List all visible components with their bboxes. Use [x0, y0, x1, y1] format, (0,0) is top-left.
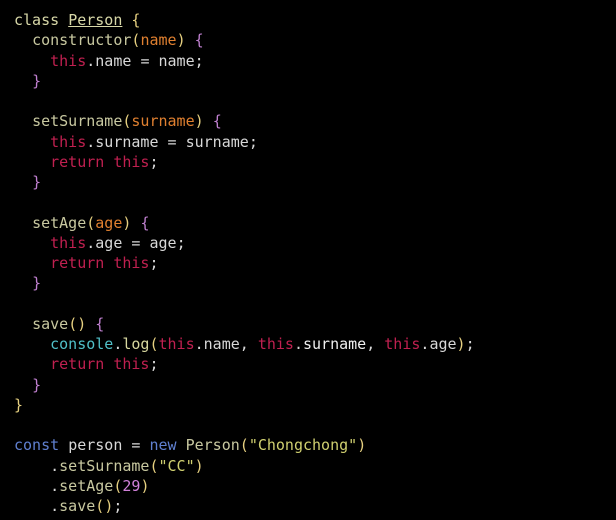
paren-open: ( — [95, 497, 104, 515]
value-name: name — [159, 52, 195, 70]
semicolon: ; — [149, 254, 158, 272]
dot: . — [86, 234, 95, 252]
paren-close: ) — [77, 315, 86, 333]
paren-close: ) — [104, 497, 113, 515]
brace-close: } — [32, 72, 41, 90]
this-keyword: this — [113, 254, 149, 272]
property-age: age — [95, 234, 122, 252]
paren-close: ) — [140, 477, 149, 495]
paren-open: ( — [149, 457, 158, 475]
dot: . — [50, 457, 59, 475]
class-person: Person — [186, 436, 240, 454]
const-keyword: const — [14, 436, 59, 454]
dot: . — [86, 52, 95, 70]
number-29: 29 — [122, 477, 140, 495]
this-keyword: this — [50, 133, 86, 151]
brace-close: } — [32, 173, 41, 191]
brace-close: } — [32, 376, 41, 394]
brace-open: { — [213, 112, 222, 130]
param-name: name — [140, 31, 176, 49]
paren-close: ) — [457, 335, 466, 353]
property-name: name — [95, 52, 131, 70]
semicolon: ; — [195, 52, 204, 70]
string-cc: "CC" — [159, 457, 195, 475]
method-save: save — [32, 315, 68, 333]
value-age: age — [149, 234, 176, 252]
brace-open: { — [195, 31, 204, 49]
keyword-class: class — [14, 11, 59, 29]
paren-close: ) — [357, 436, 366, 454]
dot: . — [86, 133, 95, 151]
var-person: person — [68, 436, 122, 454]
param-age: age — [95, 214, 122, 232]
brace-close: } — [32, 274, 41, 292]
new-keyword: new — [149, 436, 176, 454]
dot: . — [50, 477, 59, 495]
paren-open: ( — [240, 436, 249, 454]
paren-close: ) — [195, 112, 204, 130]
method-setsurname: setSurname — [32, 112, 122, 130]
this-keyword: this — [384, 335, 420, 353]
value-surname: surname — [186, 133, 249, 151]
return-keyword: return — [50, 355, 104, 373]
semicolon: ; — [149, 153, 158, 171]
this-keyword: this — [113, 355, 149, 373]
return-keyword: return — [50, 153, 104, 171]
param-surname: surname — [131, 112, 194, 130]
semicolon: ; — [149, 355, 158, 373]
semicolon: ; — [113, 497, 122, 515]
paren-open: ( — [68, 315, 77, 333]
semicolon: ; — [177, 234, 186, 252]
call-save: save — [59, 497, 95, 515]
this-keyword: this — [258, 335, 294, 353]
comma: , — [240, 335, 249, 353]
assign-op: = — [168, 133, 177, 151]
brace-open: { — [95, 315, 104, 333]
dot: . — [294, 335, 303, 353]
paren-open: ( — [86, 214, 95, 232]
property-surname: surname — [95, 133, 158, 151]
call-setage: setAge — [59, 477, 113, 495]
class-name: Person — [68, 11, 122, 29]
property-age: age — [429, 335, 456, 353]
this-keyword: this — [50, 52, 86, 70]
this-keyword: this — [50, 234, 86, 252]
brace-open: { — [140, 214, 149, 232]
assign-op: = — [140, 52, 149, 70]
this-keyword: this — [159, 335, 195, 353]
call-setsurname: setSurname — [59, 457, 149, 475]
semicolon: ; — [249, 133, 258, 151]
brace-open: { — [131, 11, 140, 29]
log-method: log — [122, 335, 149, 353]
brace-close: } — [14, 396, 23, 414]
assign-op: = — [131, 234, 140, 252]
paren-close: ) — [195, 457, 204, 475]
dot: . — [50, 497, 59, 515]
paren-close: ) — [177, 31, 186, 49]
comma: , — [366, 335, 375, 353]
constructor-keyword: constructor — [32, 31, 131, 49]
this-keyword: this — [113, 153, 149, 171]
method-setage: setAge — [32, 214, 86, 232]
paren-close: ) — [122, 214, 131, 232]
property-surname: surname — [303, 335, 366, 353]
property-name: name — [204, 335, 240, 353]
assign-op: = — [131, 436, 140, 454]
dot: . — [195, 335, 204, 353]
semicolon: ; — [466, 335, 475, 353]
string-chongchong: "Chongchong" — [249, 436, 357, 454]
paren-open: ( — [149, 335, 158, 353]
console-object: console — [50, 335, 113, 353]
code-block: class Person { constructor ( name) { this.… — [14, 10, 602, 516]
return-keyword: return — [50, 254, 104, 272]
